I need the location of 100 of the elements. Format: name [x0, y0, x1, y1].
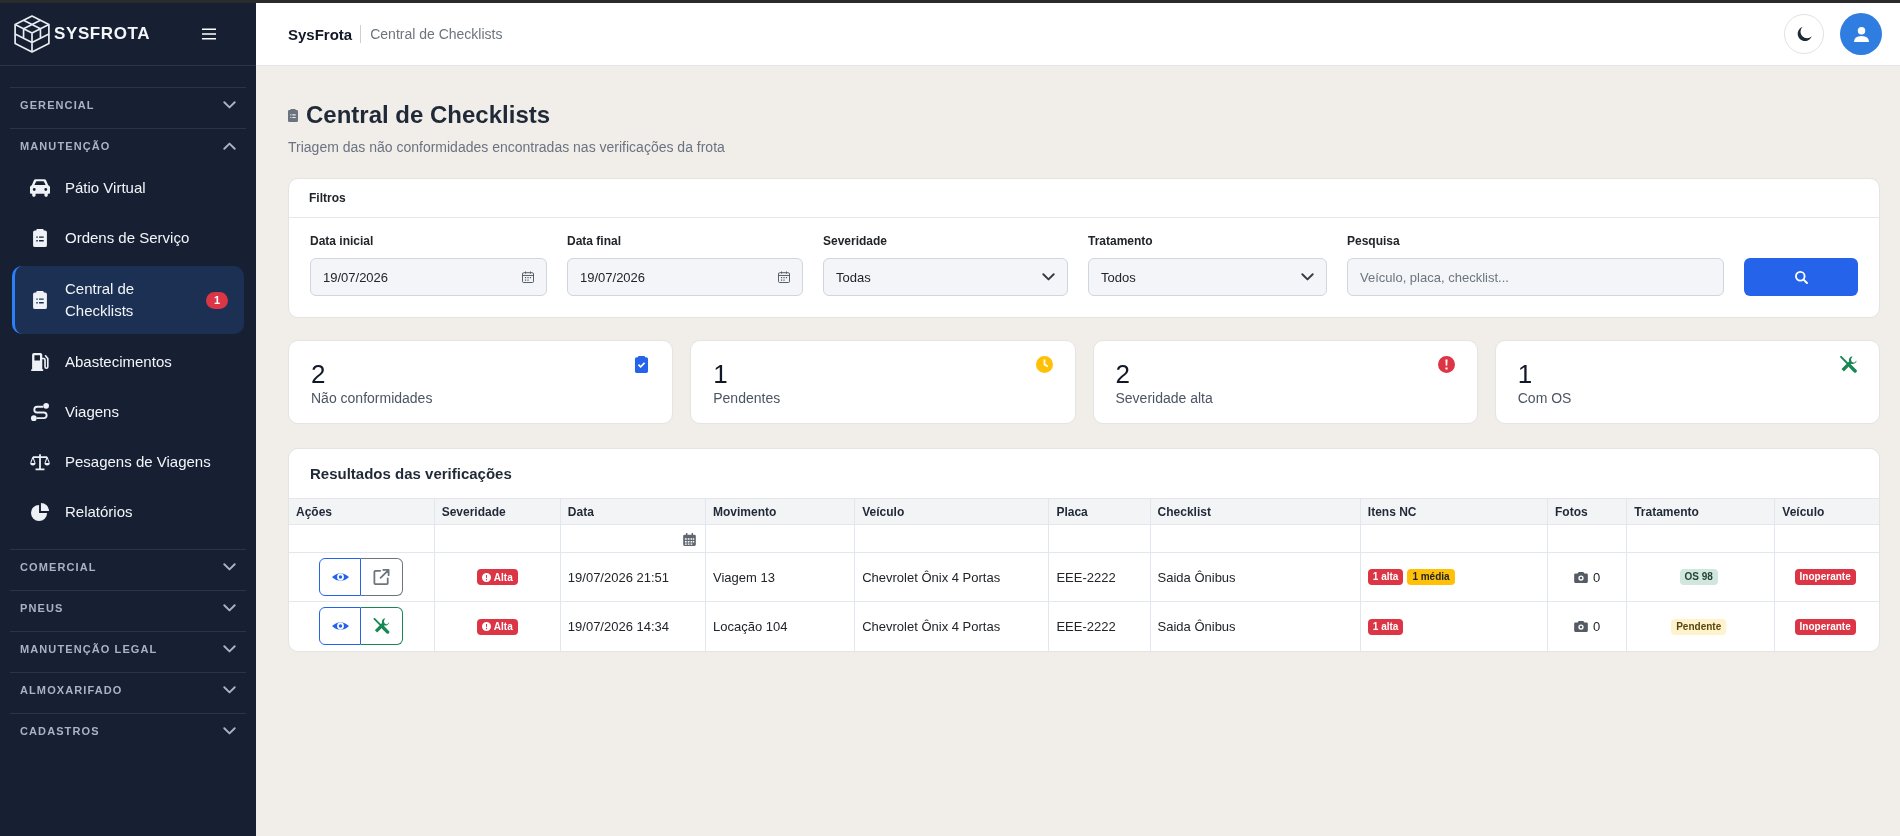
plate-number: EEE-2222	[1048, 552, 1151, 602]
app-name: SysFrota	[288, 25, 353, 43]
column-header: Itens NC	[1360, 498, 1548, 525]
sidebar-item[interactable]: Viagens	[12, 387, 244, 437]
section-header[interactable]: CADASTROS	[10, 714, 246, 748]
nc-item-count: 1 média	[1407, 569, 1455, 586]
chevron-down-icon	[223, 563, 236, 571]
profile-button[interactable]	[1840, 13, 1882, 55]
section-header[interactable]: MANUTENÇÃO	[10, 129, 246, 163]
stat-label: Não conformidades	[311, 389, 433, 407]
section-header[interactable]: ALMOXARIFADO	[10, 673, 246, 707]
alert-icon	[481, 572, 491, 582]
sidebar-item[interactable]: Pátio Virtual	[12, 163, 244, 213]
treatment-status: OS 98	[1679, 569, 1718, 586]
chevron-down-icon	[1042, 273, 1055, 281]
view-button[interactable]	[319, 558, 362, 596]
date-field[interactable]: 19/07/2026	[567, 258, 803, 296]
menu-button[interactable]	[202, 28, 216, 40]
severity-label: Alta	[493, 621, 513, 633]
chevron-down-icon	[223, 101, 236, 109]
section-header[interactable]: MANUTENÇÃO LEGAL	[10, 632, 246, 666]
column-header: Fotos	[1547, 498, 1627, 525]
nc-item-count: 1 alta	[1367, 618, 1404, 635]
stat-label: Com OS	[1517, 389, 1572, 407]
column-header: Veículo	[1774, 498, 1879, 525]
section-header[interactable]: GERENCIAL	[10, 88, 246, 122]
sidebar-item[interactable]: Abastecimentos	[12, 337, 244, 387]
breadcrumb-text: Central de Checklists	[370, 26, 503, 42]
calendar-icon	[778, 271, 790, 283]
section-header[interactable]: COMERCIAL	[10, 550, 246, 584]
column-header: Movimento	[705, 498, 855, 525]
camera-icon	[1573, 621, 1588, 633]
eye-icon	[331, 572, 349, 582]
camera-icon	[1573, 572, 1588, 584]
date-time: 19/07/2026 21:51	[560, 552, 706, 602]
theme-toggle-button[interactable]	[1784, 14, 1824, 54]
photo-count: 0	[1592, 619, 1601, 635]
search-field[interactable]: Veículo, placa, checklist...	[1347, 258, 1724, 296]
user-icon	[1853, 26, 1869, 42]
chevron-down-icon	[223, 645, 236, 653]
chevron-up-icon	[223, 142, 236, 150]
calendar-icon	[522, 271, 534, 283]
vehicle-name: Chevrolet Ônix 4 Portas	[854, 552, 1049, 602]
open-button[interactable]	[361, 558, 404, 596]
vehicle-status: Inoperante	[1794, 569, 1856, 586]
calendar-icon[interactable]	[683, 533, 696, 547]
date-field[interactable]: 19/07/2026	[310, 258, 547, 296]
sidebar-item[interactable]: Ordens de Serviço	[12, 213, 244, 263]
column-header: Checklist	[1150, 498, 1361, 525]
chevron-down-icon	[223, 604, 236, 612]
sidebar-item[interactable]: Relatórios	[12, 487, 244, 537]
chevron-down-icon	[223, 727, 236, 735]
column-header: Data	[560, 498, 706, 525]
stat-value: 1	[1517, 359, 1534, 389]
panel-title: Resultados das verificações	[309, 464, 513, 484]
stat-value: 1	[713, 359, 729, 389]
chevron-down-icon	[223, 686, 236, 694]
service-order-button[interactable]	[361, 607, 404, 646]
brand-logo-text: SYSFROTA	[54, 24, 151, 44]
select-field[interactable]: Todos	[1088, 258, 1327, 296]
tools-icon	[373, 618, 391, 635]
fuel-pump-icon	[30, 353, 50, 371]
sidebar-item[interactable]: Central de Checklists 1	[12, 266, 244, 334]
column-header: Severidade	[434, 498, 561, 525]
photo-count: 0	[1592, 570, 1601, 586]
vehicle-status: Inoperante	[1794, 618, 1856, 635]
notification-count: 1	[206, 291, 228, 309]
field-label: Tratamento	[1088, 233, 1154, 249]
scale-icon	[30, 453, 50, 471]
column-header: Placa	[1048, 498, 1151, 525]
route-icon	[30, 403, 50, 421]
external-link-icon	[373, 569, 391, 585]
select-field[interactable]: Todas	[823, 258, 1068, 296]
search-icon	[1794, 270, 1808, 284]
page-title: Central de Checklists	[306, 100, 551, 130]
movement-name: Viagem 13	[705, 552, 855, 602]
page-subtitle: Triagem das não conformidades encontradas nas verificações da frota	[288, 138, 726, 156]
cube-logo-icon	[14, 15, 50, 53]
stat-value: 2	[1115, 359, 1131, 389]
column-header: Tratamento	[1626, 498, 1775, 525]
treatment-status: Pendente	[1671, 618, 1727, 635]
moon-icon	[1796, 26, 1812, 42]
chevron-down-icon	[1301, 273, 1314, 281]
column-header: Ações	[289, 498, 435, 525]
clipboard-icon	[30, 229, 50, 247]
view-button[interactable]	[319, 607, 362, 646]
stat-value: 2	[311, 359, 327, 389]
field-label: Data final	[567, 233, 622, 249]
clipboard-icon	[288, 108, 298, 122]
nc-item-count: 1 alta	[1367, 569, 1404, 586]
eye-icon	[331, 621, 349, 632]
car-icon	[30, 179, 50, 197]
clipboard-icon	[30, 291, 50, 309]
section-header[interactable]: PNEUS	[10, 591, 246, 625]
field-label: Data inicial	[310, 233, 375, 249]
menu-icon	[202, 28, 216, 40]
alert-icon	[481, 622, 491, 632]
sidebar-item[interactable]: Pesagens de Viagens	[12, 437, 244, 487]
checklist-name: Saida Ônibus	[1150, 552, 1361, 602]
pie-chart-icon	[30, 503, 50, 521]
